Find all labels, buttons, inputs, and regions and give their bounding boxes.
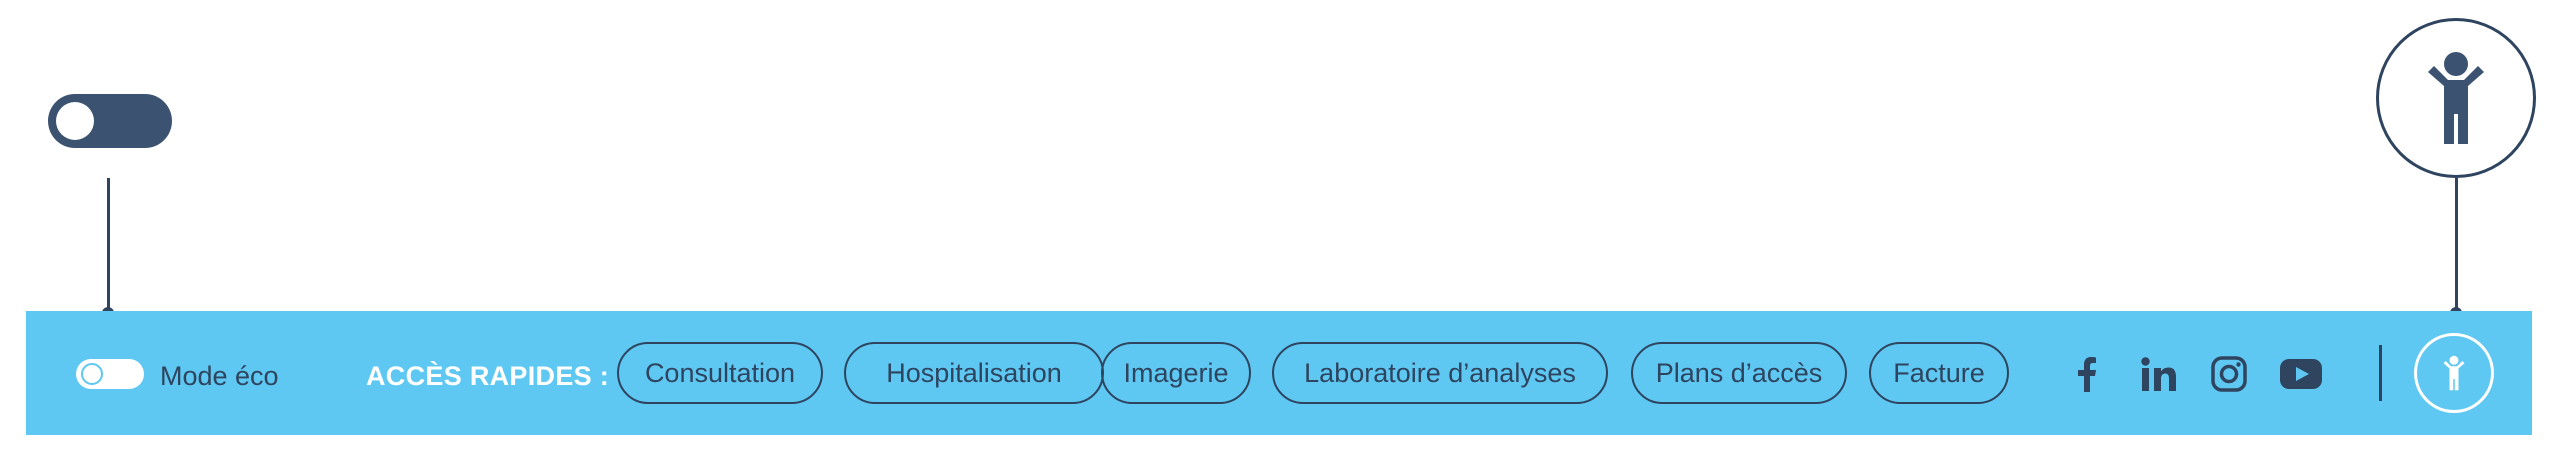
youtube-icon	[2280, 359, 2322, 389]
linkedin-link[interactable]	[2136, 351, 2182, 397]
linkedin-icon	[2141, 357, 2176, 391]
instagram-link[interactable]	[2206, 351, 2252, 397]
quick-link-plans-acces[interactable]: Plans d’accès	[1631, 342, 1847, 404]
accessibility-person-icon	[2443, 355, 2465, 391]
eco-mode-toggle[interactable]	[76, 359, 144, 389]
eco-toggle-callout	[48, 94, 172, 148]
accessibility-leader-line	[2455, 178, 2458, 313]
quick-access-label: ACCÈS RAPIDES :	[366, 361, 610, 391]
accessibility-button[interactable]	[2414, 333, 2494, 413]
eco-mode-label: Mode éco	[160, 361, 279, 391]
quick-link-facture[interactable]: Facture	[1869, 342, 2009, 404]
eco-toggle-knob	[81, 363, 103, 385]
quick-link-imagerie[interactable]: Imagerie	[1101, 342, 1251, 404]
quick-link-hospitalisation[interactable]: Hospitalisation	[844, 342, 1104, 404]
youtube-link[interactable]	[2278, 351, 2324, 397]
top-toolbar: Mode éco ACCÈS RAPIDES : Consultation Ho…	[26, 311, 2532, 435]
accessibility-person-icon	[2428, 52, 2484, 144]
quick-link-consultation[interactable]: Consultation	[617, 342, 823, 404]
facebook-icon	[2078, 357, 2096, 392]
quick-link-laboratoire[interactable]: Laboratoire d’analyses	[1272, 342, 1608, 404]
instagram-icon	[2211, 356, 2247, 392]
accessibility-callout	[2376, 18, 2536, 178]
facebook-link[interactable]	[2064, 351, 2110, 397]
toolbar-divider	[2379, 345, 2382, 401]
eco-toggle-callout-knob	[56, 102, 94, 140]
eco-leader-line	[107, 178, 110, 313]
